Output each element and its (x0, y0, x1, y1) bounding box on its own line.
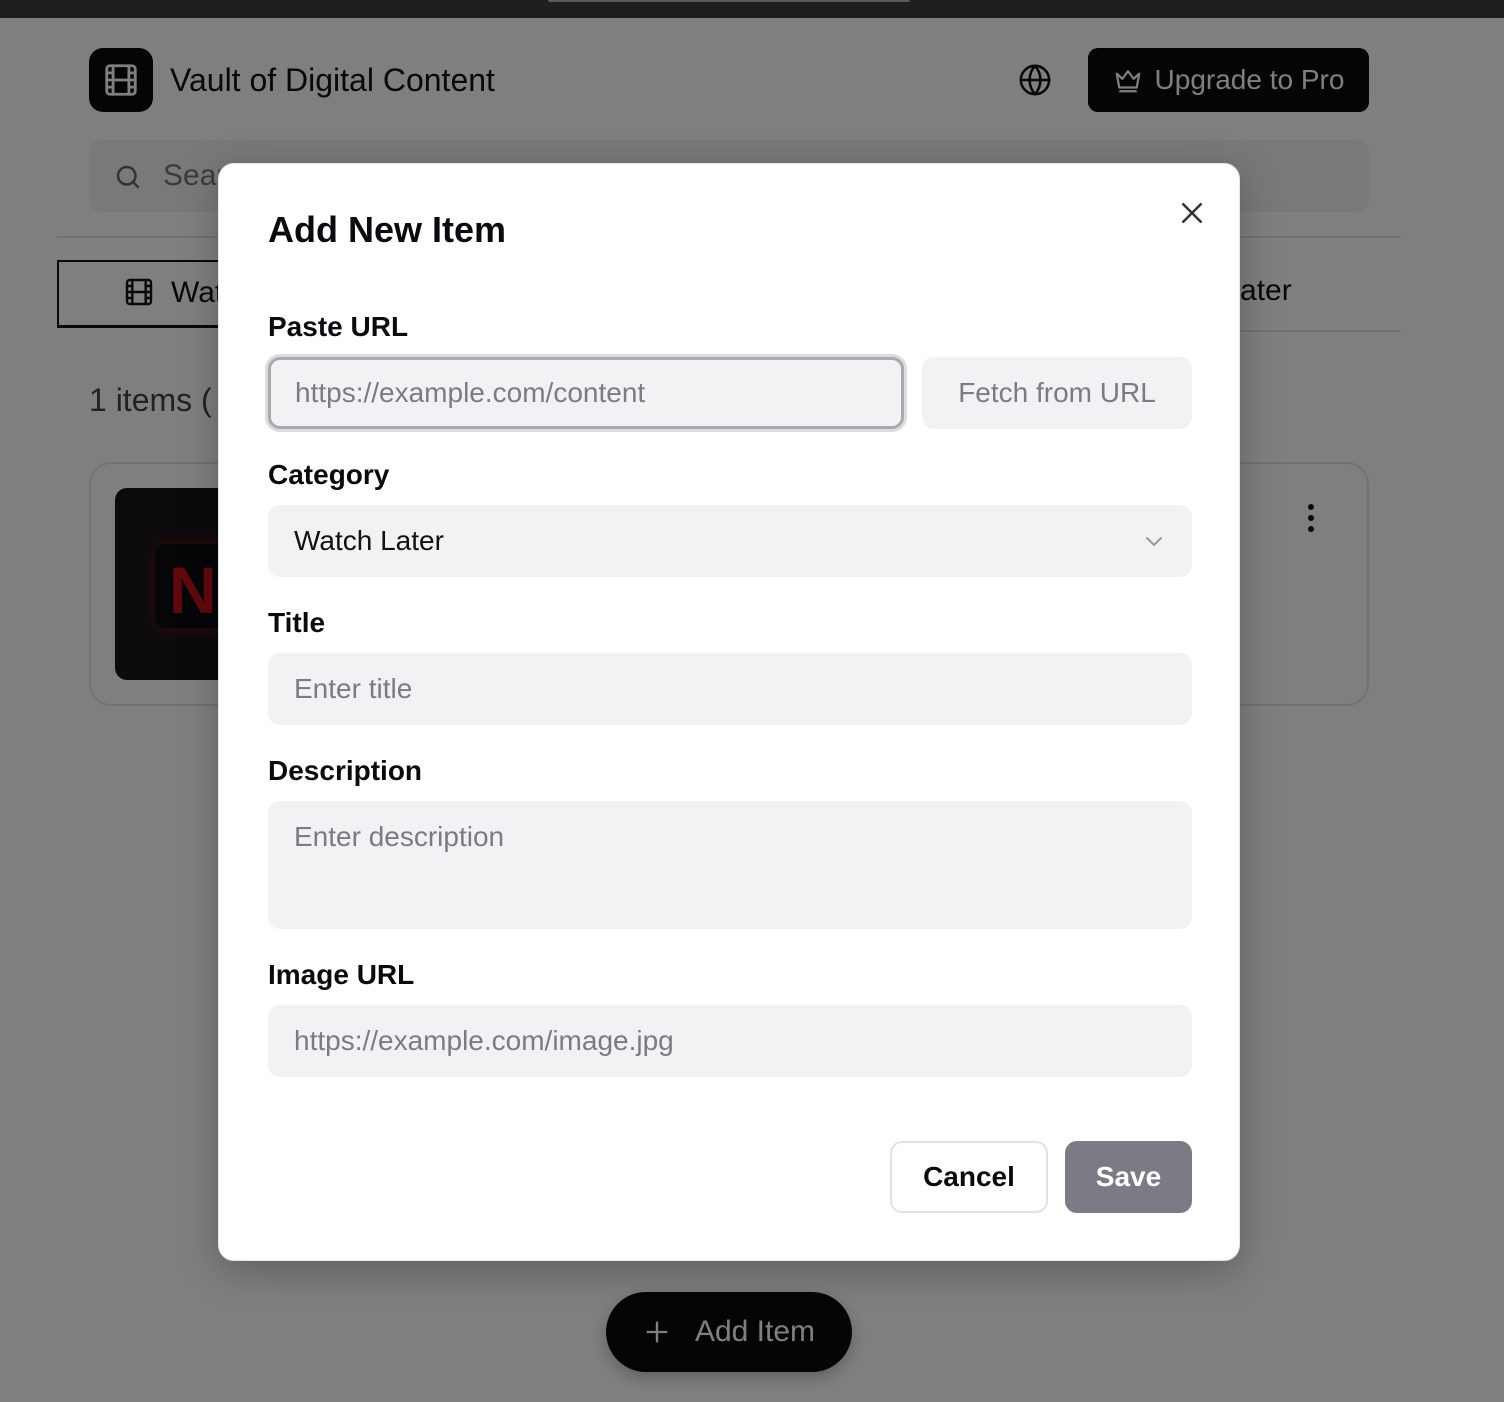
close-icon[interactable] (1177, 198, 1207, 228)
description-textarea[interactable] (268, 801, 1192, 929)
url-input[interactable] (268, 357, 904, 429)
chevron-down-icon (1146, 537, 1162, 546)
title-label: Title (268, 607, 326, 638)
category-select[interactable]: Watch Later (268, 505, 1192, 577)
fetch-from-url-button[interactable]: Fetch from URL (922, 357, 1192, 429)
title-input[interactable] (268, 653, 1192, 725)
description-label: Description (268, 755, 423, 786)
image-url-label: Image URL (268, 959, 415, 990)
browser-tab-indicator (548, 0, 910, 2)
cancel-button[interactable]: Cancel (890, 1141, 1048, 1213)
category-value: Watch Later (294, 525, 444, 556)
add-item-dialog: Add New Item Paste URL Fetch from URL Ca… (218, 163, 1240, 1261)
dialog-title: Add New Item (268, 209, 507, 250)
image-url-input[interactable] (268, 1005, 1192, 1077)
save-button[interactable]: Save (1065, 1141, 1192, 1213)
category-label: Category (268, 459, 390, 490)
browser-top-bar (0, 0, 1504, 18)
paste-url-label: Paste URL (268, 311, 409, 342)
